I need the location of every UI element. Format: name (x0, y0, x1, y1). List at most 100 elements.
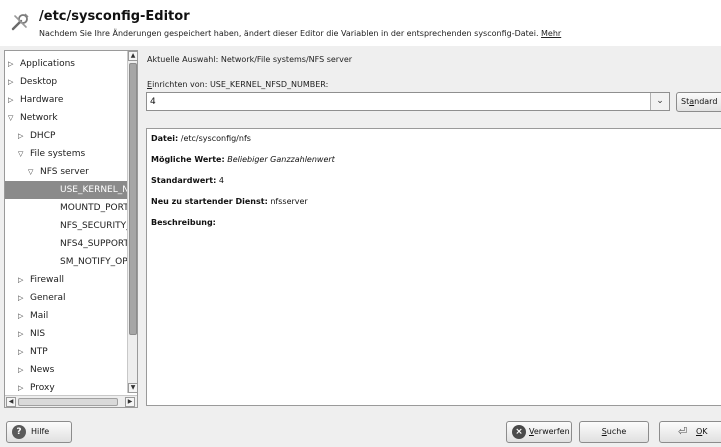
expanded-arrow-icon[interactable]: ▽ (18, 145, 23, 163)
panel-splitter[interactable] (139, 50, 143, 408)
help-button[interactable]: ? Hilfe (6, 421, 72, 443)
tree-item[interactable]: ▷ Hardware (5, 91, 127, 109)
tree-item[interactable]: SM_NOTIFY_OPTIONS (5, 253, 127, 271)
tree-item[interactable]: ▷ Mail (5, 307, 127, 325)
tree-item-label: Firewall (30, 275, 64, 285)
current-selection: Aktuelle Auswahl: Network/File systems/N… (147, 55, 353, 64)
help-button-label: Hilfe (31, 427, 50, 436)
tree-item-label: USE_KERNEL_NFSD_NUMBER (60, 185, 127, 195)
tree-item[interactable]: ▷ NIS (5, 325, 127, 343)
search-button[interactable]: Suche (579, 421, 649, 443)
tree-item-label: DHCP (30, 131, 56, 141)
description-line: Beschreibung: (151, 218, 216, 227)
default-button[interactable]: Standard (676, 92, 721, 112)
subtitle-text: Nachdem Sie Ihre Änderungen gespeichert … (39, 29, 539, 38)
file-line: Datei: /etc/sysconfig/nfs (151, 134, 251, 143)
collapsed-arrow-icon[interactable]: ▷ (18, 325, 23, 343)
tree-item[interactable]: ▽ NFS server (5, 163, 127, 181)
ok-rest: K (702, 427, 708, 436)
restart-label: Neu zu startender Dienst: (151, 197, 268, 206)
discard-button-label: Verwerfen (529, 422, 570, 442)
default-value: 4 (218, 176, 224, 185)
value-combobox[interactable] (146, 92, 670, 111)
tree-item-label: News (30, 365, 55, 375)
discard-button[interactable]: × Verwerfen (506, 421, 572, 443)
default-label: Standardwert: (151, 176, 217, 185)
variable-tree[interactable]: ▷ Applications ▷ Desktop ▷ Hardware ▽ Network ▷ D… (4, 50, 138, 408)
tree-item[interactable]: ▽ File systems (5, 145, 127, 163)
restart-value: nfsserver (270, 197, 308, 206)
page-subtitle: Nachdem Sie Ihre Änderungen gespeichert … (39, 29, 561, 38)
tree-item-label: Hardware (20, 95, 64, 105)
tree-item-label: MOUNTD_PORT (60, 203, 127, 213)
scroll-left-button[interactable]: ◀ (6, 397, 16, 407)
tree-item[interactable]: MOUNTD_PORT (5, 199, 127, 217)
tree-item[interactable]: NFS4_SUPPORT (5, 235, 127, 253)
discard-rest: erwerfen (533, 427, 570, 436)
tree-item-label: Applications (20, 59, 75, 69)
tree-item-label: NFS_SECURITY_GSS (60, 221, 127, 231)
collapsed-arrow-icon[interactable]: ▷ (18, 127, 23, 145)
tree-item[interactable]: USE_KERNEL_NFSD_NUMBER (5, 181, 127, 199)
collapsed-arrow-icon[interactable]: ▷ (18, 343, 23, 361)
expanded-arrow-icon[interactable]: ▽ (8, 109, 13, 127)
setup-label: Einrichten von: USE_KERNEL_NFSD_NUMBER: (147, 80, 328, 89)
collapsed-arrow-icon[interactable]: ▷ (8, 73, 13, 91)
tree-item-label: File systems (30, 149, 86, 159)
scroll-thumb[interactable] (129, 63, 137, 335)
default-button-prefix: St (681, 97, 690, 106)
collapsed-arrow-icon[interactable]: ▷ (8, 55, 13, 73)
collapsed-arrow-icon[interactable]: ▷ (18, 379, 23, 393)
description-panel: Datei: /etc/sysconfig/nfs Mögliche Werte… (146, 128, 721, 406)
collapsed-arrow-icon[interactable]: ▷ (18, 361, 23, 379)
collapsed-arrow-icon[interactable]: ▷ (8, 91, 13, 109)
scroll-right-button[interactable]: ▶ (125, 397, 135, 407)
chevron-down-icon[interactable]: ⌄ (650, 93, 669, 110)
tree-item[interactable]: NFS_SECURITY_GSS (5, 217, 127, 235)
possible-label: Mögliche Werte: (151, 155, 225, 164)
restart-service-line: Neu zu startender Dienst: nfsserver (151, 197, 308, 206)
tree-item-label: NFS server (40, 167, 89, 177)
collapsed-arrow-icon[interactable]: ▷ (18, 271, 23, 289)
tree-item[interactable]: ▷ News (5, 361, 127, 379)
tree-item[interactable]: ▷ NTP (5, 343, 127, 361)
scroll-up-button[interactable]: ▲ (128, 51, 137, 61)
header: /etc/sysconfig-Editor Nachdem Sie Ihre Ä… (0, 0, 721, 46)
return-icon: ⏎ (678, 425, 688, 438)
cancel-icon: × (512, 425, 526, 439)
tree-vertical-scrollbar[interactable]: ▲ ▼ (127, 51, 137, 393)
tree-item-label: NTP (30, 347, 48, 357)
hscroll-thumb[interactable] (18, 398, 118, 406)
ok-button[interactable]: ⏎ OK (659, 421, 721, 443)
tools-icon (11, 13, 29, 31)
tree-item-label: Proxy (30, 383, 55, 393)
tree-item[interactable]: ▷ Firewall (5, 271, 127, 289)
description-label: Beschreibung: (151, 218, 216, 227)
possible-values-line: Mögliche Werte: Beliebiger Ganzzahlenwer… (151, 155, 335, 164)
more-link[interactable]: Mehr (541, 29, 561, 38)
tree-item[interactable]: ▷ Desktop (5, 73, 127, 91)
expanded-arrow-icon[interactable]: ▽ (28, 163, 33, 181)
ok-button-label: OK (696, 422, 708, 442)
value-input[interactable] (150, 95, 640, 108)
default-button-rest: ndard (694, 97, 718, 106)
file-value: /etc/sysconfig/nfs (180, 134, 251, 143)
tree-item[interactable]: ▷ Proxy (5, 379, 127, 393)
collapsed-arrow-icon[interactable]: ▷ (18, 289, 23, 307)
tree-item-label: Desktop (20, 77, 58, 87)
help-icon: ? (12, 425, 26, 439)
tree-item-label: Network (20, 113, 58, 123)
tree-horizontal-scrollbar[interactable]: ◀ ▶ (5, 395, 137, 407)
tree-item[interactable]: ▷ Applications (5, 55, 127, 73)
tree-item[interactable]: ▽ Network (5, 109, 127, 127)
tree-item-label: NFS4_SUPPORT (60, 239, 127, 249)
tree-item-label: NIS (30, 329, 46, 339)
collapsed-arrow-icon[interactable]: ▷ (18, 307, 23, 325)
scroll-down-button[interactable]: ▼ (128, 383, 137, 393)
tree-item-label: SM_NOTIFY_OPTIONS (60, 257, 127, 267)
tree-item-label: Mail (30, 311, 49, 321)
tree-item[interactable]: ▷ DHCP (5, 127, 127, 145)
tree-item[interactable]: ▷ General (5, 289, 127, 307)
possible-value: Beliebiger Ganzzahlenwert (227, 155, 335, 164)
tree-item-label: General (30, 293, 66, 303)
